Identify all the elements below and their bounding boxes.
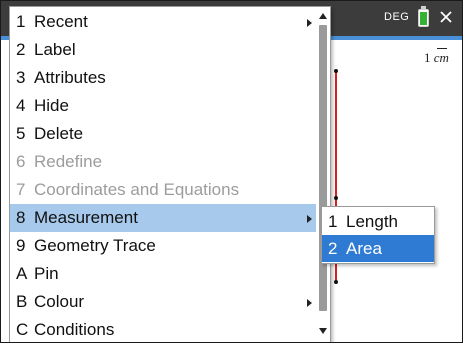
measurement-submenu: 1 Length 2 Area	[321, 206, 435, 264]
menu-item-shortcut: C	[16, 320, 29, 339]
segment-endpoint-bottom[interactable]	[334, 280, 338, 284]
close-icon[interactable]	[436, 7, 456, 27]
menu-item-hide[interactable]: 4 Hide	[10, 92, 316, 120]
menu-item-label: Label	[34, 40, 76, 59]
submenu-item-label: Area	[346, 239, 382, 258]
menu-item-label: Geometry Trace	[34, 236, 156, 255]
segment-point-middle[interactable]	[334, 196, 338, 200]
context-menu: 1 Recent 2 Label 3 Attributes 4 Hide 5 Delete 6 Red…	[9, 6, 331, 343]
menu-item-label: Attributes	[34, 68, 106, 87]
menu-item-shortcut: A	[16, 264, 28, 283]
scale-unit: cm	[433, 50, 449, 65]
submenu-item-label: Length	[346, 212, 398, 231]
menu-item-label: Delete	[34, 124, 84, 143]
scroll-up-arrow-icon[interactable]	[319, 13, 327, 19]
menu-item-pin[interactable]: A Pin	[10, 260, 316, 288]
submenu-item-length[interactable]: 1 Length	[322, 208, 434, 235]
menu-item-delete[interactable]: 5 Delete	[10, 120, 316, 148]
menu-item-label: Redefine	[34, 152, 103, 171]
menu-item-shortcut: 7	[16, 180, 26, 199]
menu-item-attributes[interactable]: 3 Attributes	[10, 64, 316, 92]
menu-item-redefine[interactable]: 6 Redefine	[10, 148, 316, 176]
menu-item-geometry-trace[interactable]: 9 Geometry Trace	[10, 232, 316, 260]
scale-indicator[interactable]: 1 cm	[424, 50, 449, 66]
menu-item-shortcut: 8	[16, 208, 26, 227]
menu-item-measurement[interactable]: 8 Measurement	[10, 204, 316, 232]
scroll-thumb[interactable]	[319, 25, 327, 311]
menu-item-label[interactable]: 2 Label	[10, 36, 316, 64]
menu-item-conditions[interactable]: C Conditions	[10, 316, 316, 342]
scale-value: 1	[424, 50, 431, 65]
tinspire-screen: DEG 1 cm 1 Recent 2 Label 3 Attributes 4 Hide 5 D…	[0, 0, 463, 343]
menu-item-label: Measurement	[34, 208, 138, 227]
scroll-down-arrow-icon[interactable]	[319, 328, 327, 334]
menu-scrollbar[interactable]	[316, 7, 330, 342]
menu-item-recent[interactable]: 1 Recent	[10, 8, 316, 36]
menu-item-label: Colour	[34, 292, 85, 311]
menu-item-shortcut: 6	[16, 152, 26, 171]
menu-item-shortcut: 4	[16, 96, 26, 115]
menu-item-shortcut: 9	[16, 236, 26, 255]
menu-item-label: Pin	[34, 264, 59, 283]
menu-item-shortcut: B	[16, 292, 28, 311]
segment-endpoint-top[interactable]	[334, 69, 338, 73]
menu-item-label: Hide	[34, 96, 69, 115]
submenu-arrow-icon	[307, 299, 312, 307]
menu-item-label: Conditions	[34, 320, 115, 339]
submenu-item-shortcut: 2	[328, 239, 338, 258]
menu-item-coordinates-and-equations[interactable]: 7 Coordinates and Equations	[10, 176, 316, 204]
battery-full-icon	[418, 6, 429, 27]
submenu-item-shortcut: 1	[328, 212, 338, 231]
submenu-arrow-icon	[307, 19, 312, 27]
menu-item-colour[interactable]: B Colour	[10, 288, 316, 316]
submenu-arrow-icon	[307, 215, 312, 223]
menu-item-label: Coordinates and Equations	[34, 180, 240, 199]
scale-bar	[437, 48, 447, 49]
menu-item-label: Recent	[34, 12, 88, 31]
menu-item-shortcut: 1	[16, 12, 26, 31]
angle-mode-indicator: DEG	[384, 11, 410, 23]
menu-item-shortcut: 5	[16, 124, 26, 143]
menu-item-shortcut: 3	[16, 68, 26, 87]
menu-item-shortcut: 2	[16, 40, 26, 59]
submenu-item-area[interactable]: 2 Area	[322, 235, 434, 262]
